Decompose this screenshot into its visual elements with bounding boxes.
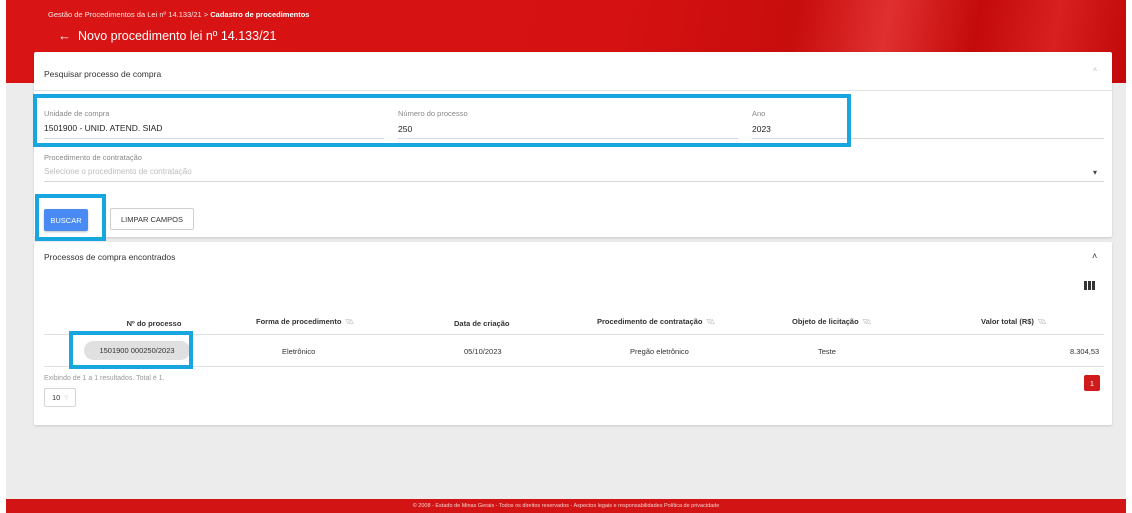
dropdown-icon: ▽: [64, 394, 69, 401]
procedimento-select[interactable]: Selecione o procedimento de contratação: [44, 167, 192, 176]
buscar-button[interactable]: BUSCAR: [44, 209, 88, 231]
column-header-valor[interactable]: Valor total (R$) ▽△: [981, 317, 1046, 326]
chevron-up-icon[interactable]: ˄: [1092, 251, 1097, 261]
column-header-data[interactable]: Data de criação: [454, 319, 509, 328]
numero-field[interactable]: 250: [398, 124, 412, 134]
page-size-select[interactable]: 10 ▽: [44, 388, 76, 407]
ano-field[interactable]: 2023: [752, 124, 771, 134]
results-info: Exibindo de 1 a 1 resultados. Total é 1.: [44, 375, 165, 382]
numero-underline: [398, 138, 738, 139]
limpar-campos-button[interactable]: LIMPAR CAMPOS: [110, 208, 194, 230]
column-header-processo[interactable]: Nº do processo: [104, 319, 204, 328]
dropdown-caret-icon[interactable]: ▾: [1093, 168, 1097, 177]
sort-icon[interactable]: ▽△: [706, 318, 714, 325]
table-cell-data: 05/10/2023: [464, 347, 502, 356]
unidade-underline: [44, 138, 384, 139]
column-header-label: Objeto de licitação: [792, 317, 859, 326]
divider: [34, 90, 1112, 91]
processo-chip[interactable]: 1501900 000250/2023: [84, 341, 190, 360]
search-card: Pesquisar processo de compra ˄ Unidade d…: [34, 52, 1112, 237]
chevron-up-icon[interactable]: ˄: [1093, 67, 1097, 74]
procedimento-underline: [44, 181, 1104, 182]
sort-icon[interactable]: ▽△: [863, 318, 871, 325]
columns-icon[interactable]: [1084, 281, 1095, 290]
sort-icon[interactable]: ▽△: [345, 318, 353, 325]
numero-label: Número do processo: [398, 109, 468, 118]
column-header-procedimento[interactable]: Procedimento de contratação ▽△: [597, 317, 715, 326]
page-size-value: 10: [52, 393, 61, 402]
table-header-divider: [44, 334, 1104, 335]
sort-icon[interactable]: ▽△: [1038, 318, 1046, 325]
app-root: Gestão de Procedimentos da Lei nº 14.133…: [0, 0, 1132, 513]
ano-label: Ano: [752, 109, 766, 118]
search-card-title: Pesquisar processo de compra: [44, 69, 162, 79]
column-header-label: Procedimento de contratação: [597, 317, 703, 326]
column-header-forma[interactable]: Forma de procedimento ▽△: [256, 317, 354, 326]
breadcrumb: Gestão de Procedimentos da Lei nº 14.133…: [48, 10, 309, 19]
unidade-label: Unidade de compra: [44, 109, 110, 118]
column-header-label: Forma de procedimento: [256, 317, 342, 326]
page-button-current[interactable]: 1: [1084, 375, 1100, 391]
table-row-divider: [44, 366, 1104, 367]
table-cell-valor: 8.304,53: [1070, 347, 1100, 356]
column-header-label: Data de criação: [454, 319, 510, 328]
column-header-label: Valor total (R$): [981, 317, 1034, 326]
column-header-label: Nº do processo: [126, 319, 182, 328]
table-cell-objeto: Teste: [818, 347, 836, 356]
results-card-title: Processos de compra encontrados: [44, 252, 176, 262]
table-cell-forma: Eletrônico: [282, 347, 316, 356]
footer: © 2008 - Estado de Minas Gerais - Todos …: [6, 499, 1126, 513]
table-cell-procedimento: Pregão eletrônico: [630, 347, 689, 356]
procedimento-label: Procedimento de contratação: [44, 153, 142, 162]
unidade-field[interactable]: 1501900 - UNID. ATEND. SIAD: [44, 123, 162, 133]
results-card: Processos de compra encontrados ˄ Nº do …: [34, 242, 1112, 425]
breadcrumb-current: Cadastro de procedimentos: [210, 10, 310, 19]
page-background: Gestão de Procedimentos da Lei nº 14.133…: [6, 0, 1126, 513]
breadcrumb-separator: >: [203, 10, 209, 19]
breadcrumb-parent-link[interactable]: Gestão de Procedimentos da Lei nº 14.133…: [48, 10, 202, 19]
page-title-row: ← Novo procedimento lei nº 14.133/21: [58, 28, 276, 43]
column-header-objeto[interactable]: Objeto de licitação ▽△: [792, 317, 871, 326]
ano-underline: [752, 138, 1104, 139]
back-arrow-icon[interactable]: ←: [58, 28, 72, 43]
page-title: Novo procedimento lei nº 14.133/21: [78, 28, 277, 43]
